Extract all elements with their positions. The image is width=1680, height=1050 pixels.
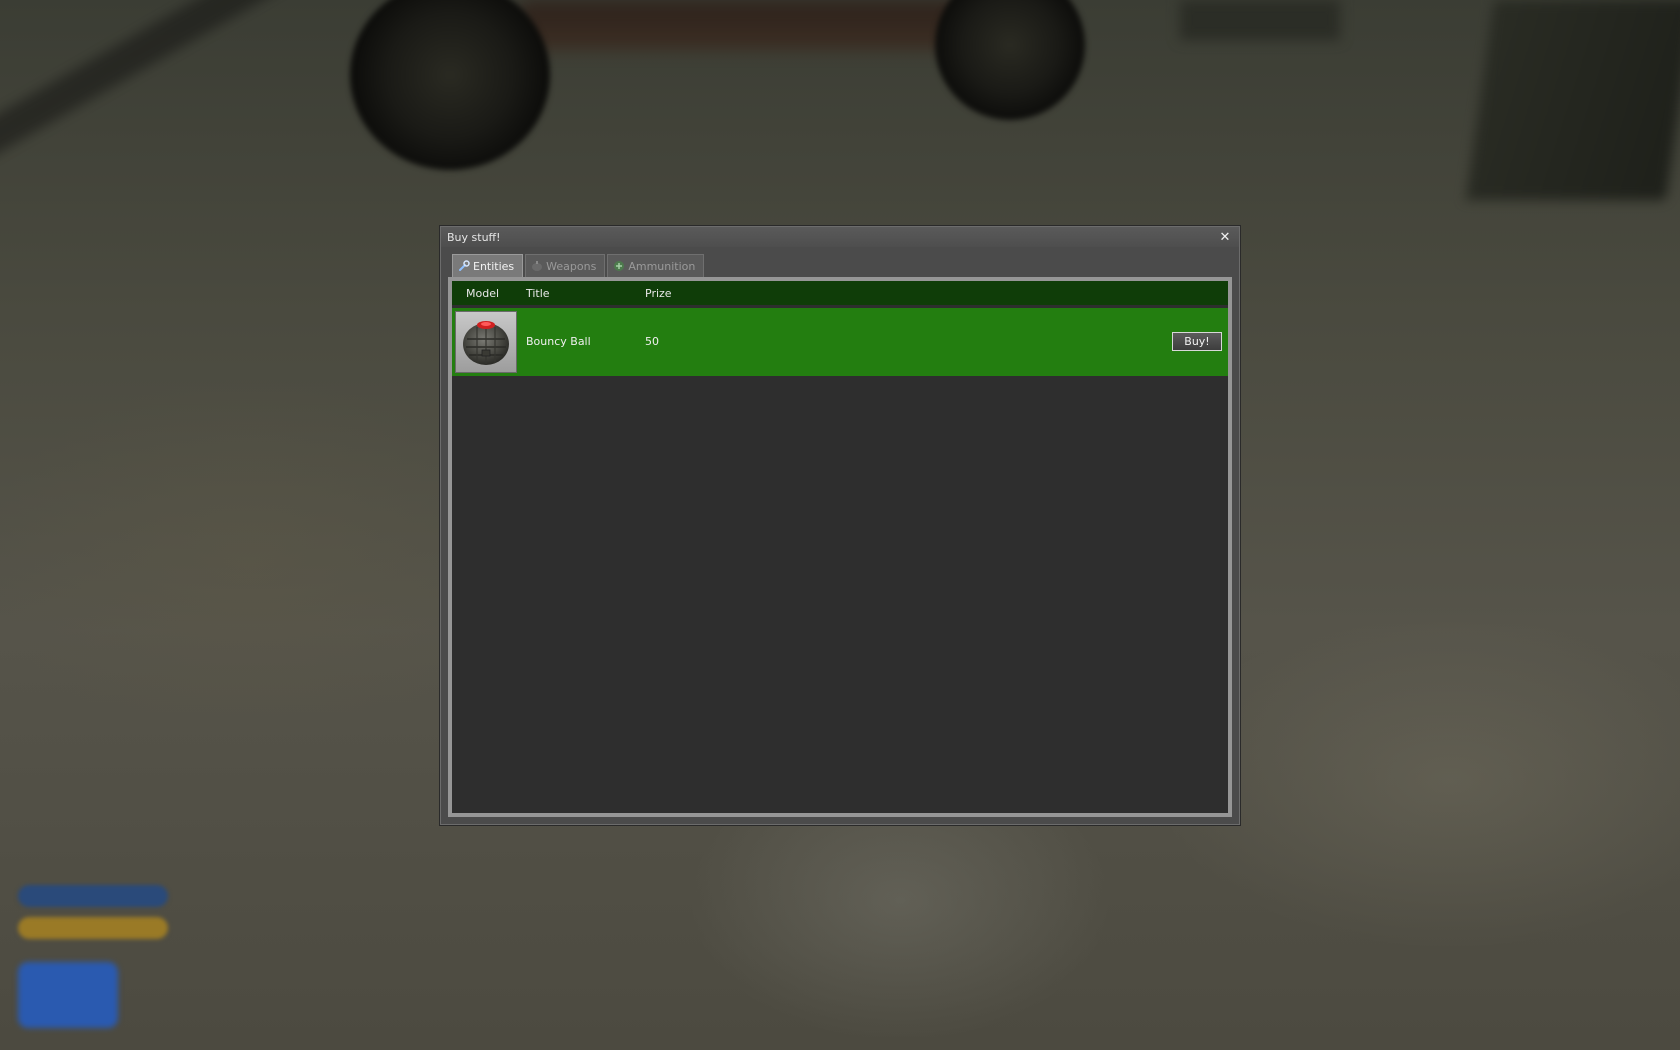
background-pillar [1465,0,1680,200]
hud-health [18,962,118,1028]
background-block [1180,0,1340,40]
tab-weapons[interactable]: Weapons [525,254,606,277]
model-preview[interactable] [455,311,517,373]
list-header: Model Title Prize [452,281,1228,305]
tab-ammunition[interactable]: Ammunition [607,254,705,277]
tab-bar: Entities Weapons Ammunition [452,254,705,277]
tab-label: Weapons [546,259,597,273]
list-item[interactable]: Bouncy Ball 50 Buy! [452,308,1228,376]
close-button[interactable]: ✕ [1217,229,1233,245]
column-header-model[interactable]: Model [466,287,499,300]
background-vehicle [520,0,980,50]
combine-ball-icon [463,321,509,365]
item-prize: 50 [645,335,659,348]
item-list: Model Title Prize Bouncy Ball 50 Buy! [452,281,1228,813]
grenade-icon [531,260,543,272]
window-title: Buy stuff! [447,230,501,244]
plus-circle-icon [613,260,625,272]
tab-label: Entities [473,259,515,273]
column-header-prize[interactable]: Prize [645,287,672,300]
column-header-title[interactable]: Title [526,287,550,300]
tab-panel: Model Title Prize Bouncy Ball 50 Buy! [448,277,1232,817]
tab-label: Ammunition [628,259,696,273]
buy-stuff-window: Buy stuff! ✕ Entities Weapons Ammunition… [440,226,1240,825]
tab-entities[interactable]: Entities [452,254,524,277]
hud-player-name [18,885,168,907]
close-icon: ✕ [1219,229,1231,245]
wrench-icon [458,260,470,272]
buy-button[interactable]: Buy! [1172,332,1222,351]
background-wheel [935,0,1085,120]
hud-money [18,917,168,939]
item-title: Bouncy Ball [526,335,591,348]
window-titlebar[interactable]: Buy stuff! ✕ [441,227,1239,247]
background-curb [0,0,399,182]
background-wheel [350,0,550,170]
